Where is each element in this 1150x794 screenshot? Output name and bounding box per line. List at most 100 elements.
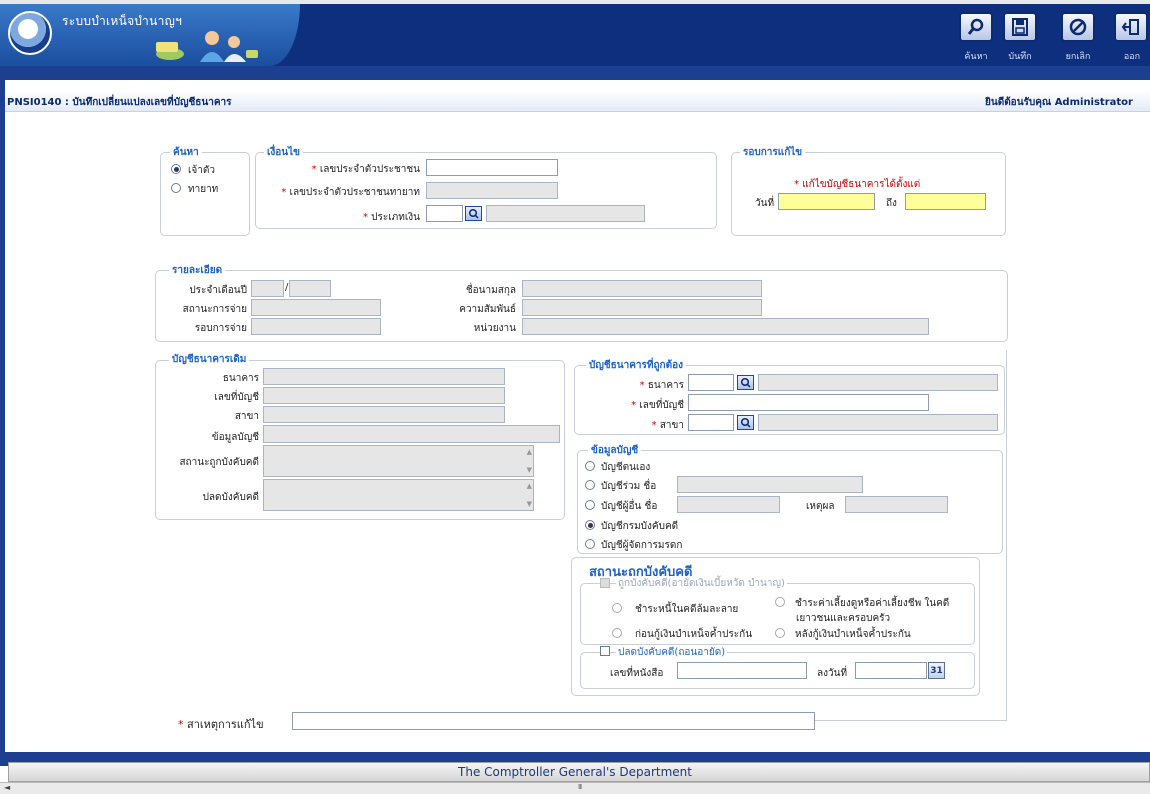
new-bank-name-field [758, 374, 998, 391]
alimony-label-2: เยาวชนและครอบครัว [796, 613, 891, 624]
seized-textarea[interactable]: ▲ ▼ [263, 445, 534, 477]
right-panel-divider [1006, 350, 1007, 720]
pay-round-field [251, 318, 381, 335]
new-bank-search-button[interactable] [737, 375, 754, 390]
after-loan-label: หลังกู้เงินบำเหน็จค้ำประกัน [795, 629, 911, 640]
new-branch-search-button[interactable] [737, 415, 754, 430]
old-account-no-field [263, 387, 505, 404]
radio-heir[interactable] [171, 183, 181, 193]
cancel-button[interactable] [1061, 12, 1095, 42]
month-year-label: ประจำเดือนปี [189, 285, 247, 296]
money-type-name-field [486, 205, 645, 222]
scroll-thumb-grip[interactable]: III [578, 783, 582, 791]
new-branch-name-field [758, 414, 998, 431]
other-reason-field[interactable] [845, 496, 948, 513]
released-label: ปลดบังคับคดี [202, 492, 259, 503]
date-to-input[interactable] [905, 193, 986, 210]
date-from-input[interactable] [778, 193, 875, 210]
release-group-label: ปลดบังคับคดี(ถอนอายัด) [616, 645, 728, 660]
page-title: PNSI0140 : บันทึกเปลี่ยนแปลงเลขที่บัญชีธ… [7, 97, 232, 108]
radio-before-loan[interactable] [612, 628, 622, 638]
condition-legend: เงื่อนไข [264, 145, 304, 160]
pay-round-label: รอบการจ่าย [194, 323, 247, 334]
radio-bankrupt[interactable] [612, 603, 622, 613]
other-account-label: บัญชีผู้อื่น ชื่อ [601, 501, 658, 512]
old-account-no-label: เลขที่บัญชี [214, 392, 259, 403]
radio-alimony[interactable] [775, 597, 785, 607]
reason-input[interactable] [292, 712, 815, 730]
exit-button[interactable] [1114, 12, 1148, 42]
seized-checkbox[interactable] [600, 578, 610, 588]
sign-date-label: ลงวันที่ [817, 668, 848, 679]
letter-no-label: เลขที่หนังสือ [610, 668, 664, 679]
comptroller-logo [8, 11, 52, 55]
magnifier-icon [740, 377, 751, 388]
money-type-label: * ประเภทเงิน [362, 212, 420, 223]
calendar-button[interactable]: 31 [928, 662, 945, 679]
exit-label: ออก [1123, 52, 1141, 62]
heir-id-input[interactable] [426, 182, 558, 199]
banner-decoration [156, 31, 258, 62]
bankrupt-label: ชำระหนี้ในคดีล้มละลาย [635, 604, 739, 615]
name-label: ชื่อนามสกุล [465, 285, 516, 296]
released-textarea[interactable]: ▲ ▼ [263, 479, 534, 511]
to-label: ถึง [886, 198, 897, 209]
month-field [251, 280, 284, 297]
before-loan-label: ก่อนกู้เงินบำเหน็จค้ำประกัน [635, 629, 753, 640]
sign-date-input[interactable] [855, 662, 927, 679]
new-account-no-input[interactable] [688, 394, 929, 411]
heir-id-label: * เลขประจำตัวประชาชนทายาท [281, 187, 420, 198]
welcome-text: ยินดีต้อนรับคุณ Administrator [985, 97, 1133, 108]
detail-legend: รายละเอียด [169, 263, 226, 278]
money-type-code-input[interactable] [426, 205, 463, 222]
cancel-icon [1069, 18, 1087, 36]
estate-account-label: บัญชีผู้จัดการมรดก [601, 540, 683, 551]
unit-field [522, 318, 929, 335]
old-branch-field [263, 406, 505, 423]
exit-icon [1121, 19, 1139, 35]
search-label: ค้นหา [964, 52, 988, 62]
joint-account-label: บัญชีร่วม ชื่อ [601, 481, 657, 492]
pay-status-label: สถานะการจ่าย [182, 304, 247, 315]
letter-no-input[interactable] [677, 662, 807, 679]
save-button[interactable] [1003, 12, 1037, 42]
radio-self[interactable] [171, 164, 181, 174]
radio-estate-account[interactable] [585, 539, 595, 549]
horizontal-scrollbar[interactable] [0, 782, 1150, 794]
radio-enforcement-account[interactable] [585, 520, 595, 530]
search-button[interactable] [959, 12, 993, 42]
reason-label: * สาเหตุการแก้ไข [178, 718, 264, 731]
scroll-left-arrow-icon[interactable]: ◄ [4, 783, 10, 792]
citizen-id-label: * เลขประจำตัวประชาชน [311, 164, 420, 175]
magnifier-icon [468, 208, 479, 219]
round-legend: รอบการแก้ไข [740, 145, 806, 160]
search-icon [967, 18, 984, 35]
radio-own-account[interactable] [585, 461, 595, 471]
pay-status-field [251, 299, 381, 316]
radio-self-label: เจ้าตัว [188, 165, 216, 176]
joint-name-field[interactable] [677, 476, 863, 493]
radio-other-account[interactable] [585, 500, 595, 510]
old-info-field [263, 425, 560, 443]
radio-joint-account[interactable] [585, 480, 595, 490]
cancel-label: ยกเลิก [1065, 52, 1091, 62]
search-legend: ค้นหา [170, 145, 202, 160]
money-type-search-button[interactable] [465, 206, 482, 221]
enforcement-account-label: บัญชีกรมบังคับคดี [601, 521, 679, 532]
name-field [522, 280, 762, 297]
alimony-label: ชำระค่าเลี้ยงดูหรือค่าเลี้ยงชีพ ในคดี [795, 598, 950, 609]
unit-label: หน่วยงาน [473, 323, 516, 334]
new-account-legend: บัญชีธนาคารที่ถูกต้อง [586, 358, 686, 373]
new-branch-code-input[interactable] [688, 414, 734, 431]
reason-inline-label: เหตุผล [806, 501, 835, 512]
other-name-field[interactable] [677, 496, 780, 513]
new-bank-code-input[interactable] [688, 374, 734, 391]
month-year-sep: / [285, 282, 289, 293]
new-branch-label: * สาขา [651, 420, 684, 431]
citizen-id-input[interactable] [426, 159, 558, 176]
magnifier-icon [740, 417, 751, 428]
release-checkbox[interactable] [600, 646, 610, 656]
radio-after-loan[interactable] [775, 628, 785, 638]
footer-text: The Comptroller General's Department [458, 765, 692, 779]
round-note: * แก้ไขบัญชีธนาคารได้ตั้งแต่ [794, 179, 921, 190]
